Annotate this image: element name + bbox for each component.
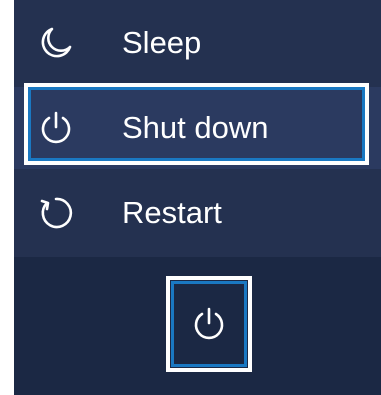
restart-icon: [38, 195, 74, 231]
moon-icon: [38, 25, 74, 61]
shut-down-option[interactable]: Shut down: [14, 83, 381, 169]
sleep-label: Sleep: [122, 25, 202, 60]
power-menu: Sleep Shut down Restart: [14, 0, 381, 257]
restart-option[interactable]: Restart: [14, 172, 381, 254]
power-icon: [191, 306, 227, 342]
shut-down-label: Shut down: [122, 110, 269, 145]
restart-label: Restart: [122, 195, 222, 230]
power-icon: [38, 110, 74, 146]
sleep-option[interactable]: Sleep: [14, 2, 381, 84]
power-button[interactable]: [166, 276, 252, 372]
start-menu-area: Sleep Shut down Restart: [14, 0, 381, 395]
